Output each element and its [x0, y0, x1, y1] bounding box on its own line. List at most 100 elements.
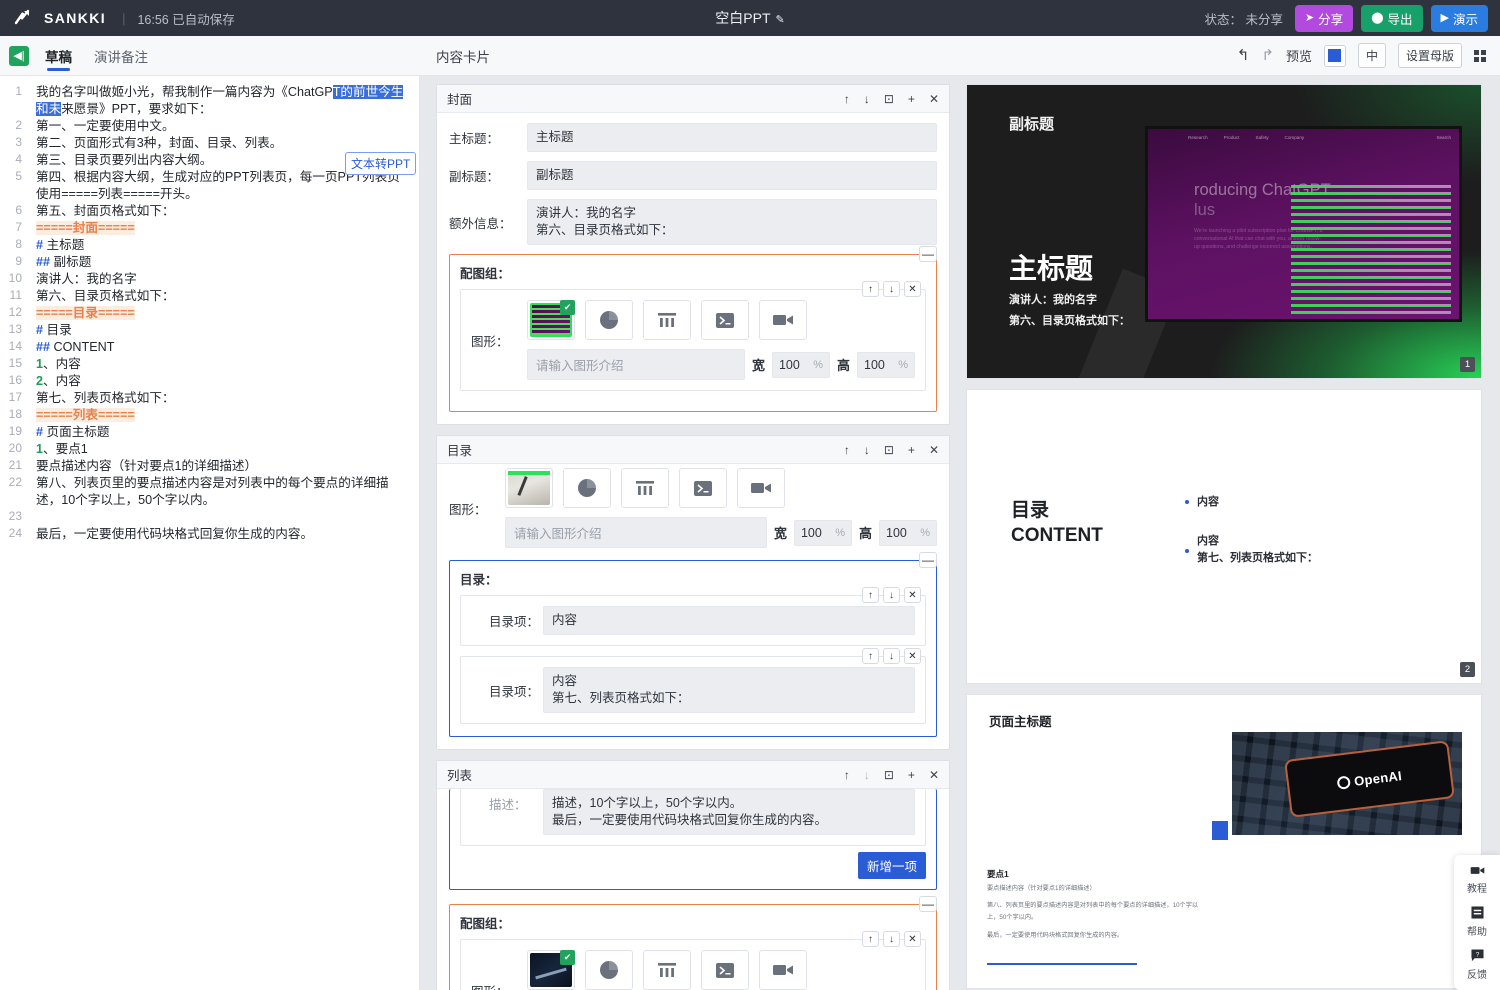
field-main-title-value[interactable]: 主标题 [527, 123, 937, 152]
bar-chart-icon[interactable] [621, 468, 669, 508]
font-size-chip[interactable]: 中 [1357, 43, 1386, 68]
field-subtitle-value[interactable]: 副标题 [527, 161, 937, 190]
item-close-icon[interactable]: ✕ [904, 931, 921, 947]
item-close-icon[interactable]: ✕ [904, 587, 921, 603]
item-close-icon[interactable]: ✕ [904, 648, 921, 664]
editor-line[interactable]: 第八、列表页里的要点描述内容是对列表中的每个要点的详细描述，10个字以上，50个… [30, 475, 408, 509]
item-move-down-icon[interactable]: ↓ [883, 587, 900, 603]
theme-color-swatch[interactable] [1323, 44, 1346, 67]
editor-line[interactable]: 第六、目录页格式如下： [30, 288, 408, 305]
card-move-down-icon[interactable]: ↓ [864, 769, 870, 781]
pie-chart-icon[interactable] [585, 950, 633, 990]
collapse-minus-icon[interactable]: — [919, 246, 937, 262]
grid-view-icon[interactable] [1474, 49, 1486, 62]
card-close-icon[interactable]: ✕ [929, 769, 939, 781]
editor-line[interactable]: 我的名字叫做姬小光，帮我制作一篇内容为《ChatGPT的前世今生和未来愿景》PP… [30, 84, 408, 118]
editor-line[interactable]: 第七、列表页格式如下： [30, 390, 408, 407]
card-add-icon[interactable]: + [908, 769, 915, 781]
editor-line[interactable]: 要点描述内容（针对要点1的详细描述） [30, 458, 408, 475]
photo-hand-thumb[interactable] [505, 468, 553, 508]
helper-help[interactable]: 帮助 [1454, 906, 1500, 938]
editor-line[interactable]: 最后，一定要使用代码块格式回复你生成的内容。 [30, 526, 408, 543]
image-caption-input[interactable]: 请输入图形介绍 [527, 349, 745, 380]
editor-line[interactable]: =====目录===== [30, 305, 408, 322]
tab-speaker-notes[interactable]: 演讲备注 [94, 36, 148, 75]
collapse-left-icon[interactable]: ◀| [9, 45, 29, 66]
editor-line[interactable]: 1、内容 [30, 356, 408, 373]
text-to-ppt-button[interactable]: 文本转PPT [345, 152, 417, 175]
collapse-minus-icon[interactable]: — [919, 552, 937, 568]
video-camera-icon[interactable] [759, 300, 807, 340]
tab-draft[interactable]: 草稿 [45, 36, 72, 75]
bar-chart-icon[interactable] [643, 300, 691, 340]
height-input[interactable]: 100 % [857, 351, 915, 378]
editor-line[interactable]: 第二、页面形式有3种，封面、目录、列表。 [30, 135, 408, 152]
item-move-down-icon[interactable]: ↓ [883, 648, 900, 664]
present-button[interactable]: ▶ 演示 [1430, 4, 1488, 32]
editor-line[interactable]: ## 副标题 [30, 254, 408, 271]
terminal-icon[interactable] [701, 300, 749, 340]
card-move-down-icon[interactable]: ↓ [864, 93, 870, 105]
editor-line[interactable]: =====封面===== [30, 220, 408, 237]
export-button[interactable]: ⬤ 导出 [1361, 4, 1423, 32]
editor-line[interactable]: 2、内容 [30, 373, 408, 390]
item-move-up-icon[interactable]: ↑ [862, 648, 879, 664]
card-close-icon[interactable]: ✕ [929, 444, 939, 456]
width-input[interactable]: 100 % [771, 351, 830, 378]
slide-thumbnail-2[interactable]: 目录 CONTENT 内容 内容 第七、列表页格式如下： 2 [966, 389, 1482, 684]
set-master-button[interactable]: 设置母版 [1397, 43, 1462, 68]
item-move-down-icon[interactable]: ↓ [883, 931, 900, 947]
add-list-item-button[interactable]: 新增一项 [857, 852, 926, 879]
card-duplicate-icon[interactable]: ⊡ [884, 769, 894, 781]
card-close-icon[interactable]: ✕ [929, 93, 939, 105]
editor-line[interactable]: 1、要点1 [30, 441, 408, 458]
terminal-icon[interactable] [701, 950, 749, 990]
helper-feedback[interactable]: ? 反馈 [1454, 949, 1500, 981]
editor-line[interactable] [30, 509, 408, 526]
markdown-editor[interactable]: 1 2 3 4 5 6 7 8 9 10 11 12 13 14 15 16 17 18 19 20 21 22 23 24 … [0, 76, 420, 990]
card-duplicate-icon[interactable]: ⊡ [884, 93, 894, 105]
editor-line[interactable]: =====列表===== [30, 407, 408, 424]
item-move-up-icon[interactable]: ↑ [862, 587, 879, 603]
item-move-up-icon[interactable]: ↑ [862, 931, 879, 947]
pie-chart-icon[interactable] [585, 300, 633, 340]
video-camera-icon[interactable] [759, 950, 807, 990]
editor-line[interactable]: # 目录 [30, 322, 408, 339]
item-close-icon[interactable]: ✕ [904, 281, 921, 297]
editor-content[interactable]: 我的名字叫做姬小光，帮我制作一篇内容为《ChatGPT的前世今生和未来愿景》PP… [30, 76, 408, 543]
toc-item-value[interactable]: 内容 第七、列表页格式如下： [543, 667, 915, 713]
card-move-down-icon[interactable]: ↓ [864, 444, 870, 456]
card-add-icon[interactable]: + [908, 93, 915, 105]
bar-chart-icon[interactable] [643, 950, 691, 990]
share-button[interactable]: ➤ 分享 [1294, 4, 1354, 32]
toc-item-value[interactable]: 内容 [543, 606, 915, 635]
terminal-icon[interactable] [679, 468, 727, 508]
pencil-icon[interactable]: ✎ [776, 14, 785, 26]
item-move-down-icon[interactable]: ↓ [883, 281, 900, 297]
video-camera-icon[interactable] [737, 468, 785, 508]
photo-neon-thumb[interactable]: ✔ [527, 300, 575, 340]
editor-line[interactable]: # 页面主标题 [30, 424, 408, 441]
undo-arrow-icon[interactable]: ↰ [1237, 48, 1250, 63]
pie-chart-icon[interactable] [563, 468, 611, 508]
slide-thumbnail-1[interactable]: 副标题 主标题 演讲人：我的名字 第六、目录页格式如下： Research Pr… [966, 84, 1482, 379]
editor-line[interactable]: 演讲人：我的名字 [30, 271, 408, 288]
preview-button[interactable]: 预览 [1286, 46, 1312, 65]
photo-laptop-thumb[interactable]: ✔ [527, 950, 575, 990]
card-move-up-icon[interactable]: ↑ [844, 444, 850, 456]
editor-line[interactable]: 第一、一定要使用中文。 [30, 118, 408, 135]
card-duplicate-icon[interactable]: ⊡ [884, 444, 894, 456]
field-extra-info-value[interactable]: 演讲人：我的名字 第六、目录页格式如下： [527, 199, 937, 245]
height-input[interactable]: 100 % [879, 519, 937, 546]
helper-tutorial[interactable]: 教程 [1454, 864, 1500, 895]
item-move-up-icon[interactable]: ↑ [862, 281, 879, 297]
card-move-up-icon[interactable]: ↑ [844, 769, 850, 781]
redo-arrow-icon[interactable]: ↱ [1261, 48, 1274, 63]
card-add-icon[interactable]: + [908, 444, 915, 456]
editor-line[interactable]: 第五、封面页格式如下： [30, 203, 408, 220]
editor-line[interactable]: ## CONTENT [30, 339, 408, 356]
card-move-up-icon[interactable]: ↑ [844, 93, 850, 105]
collapse-minus-icon[interactable]: — [919, 896, 937, 912]
slide-thumbnail-3[interactable]: 页面主标题 OpenAI 要点1 要点描述内容（针对要点1的详细描述） 第八、列… [966, 694, 1482, 989]
width-input[interactable]: 100 % [793, 519, 852, 546]
